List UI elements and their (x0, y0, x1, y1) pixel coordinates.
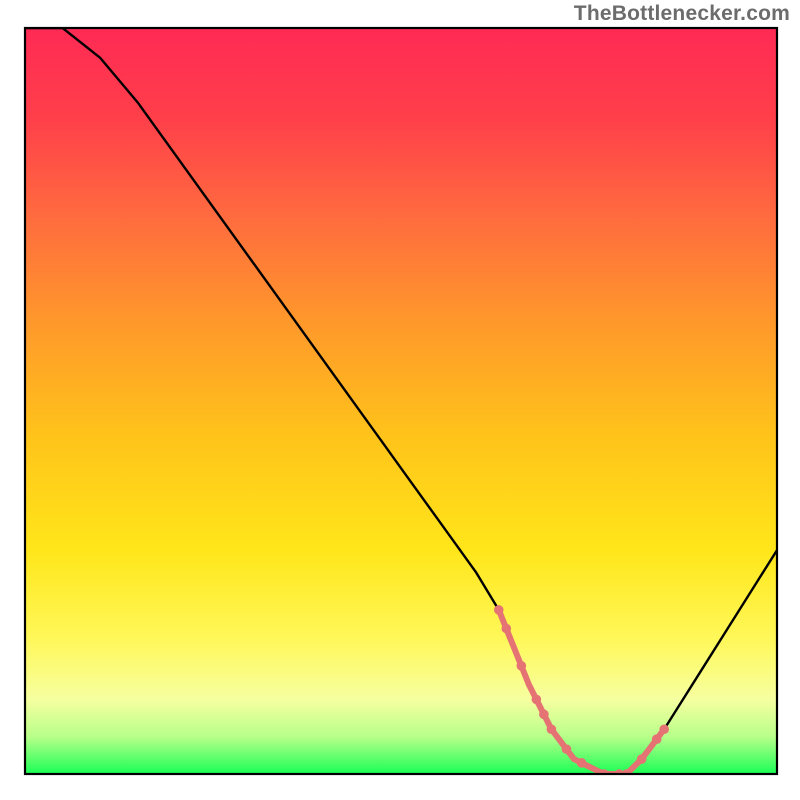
curve-marker (577, 758, 587, 768)
curve-marker (517, 661, 527, 671)
bottleneck-chart (0, 0, 800, 800)
curve-marker (652, 734, 662, 744)
curve-marker (501, 624, 511, 634)
curve-marker (539, 710, 549, 720)
curve-marker (659, 724, 669, 734)
curve-marker (494, 605, 504, 615)
curve-marker (562, 744, 572, 754)
curve-marker (637, 754, 647, 764)
chart-container: TheBottlenecker.com (0, 0, 800, 800)
curve-marker (532, 695, 542, 705)
gradient-background (25, 28, 777, 774)
curve-marker (547, 724, 557, 734)
watermark-text: TheBottlenecker.com (574, 2, 790, 26)
